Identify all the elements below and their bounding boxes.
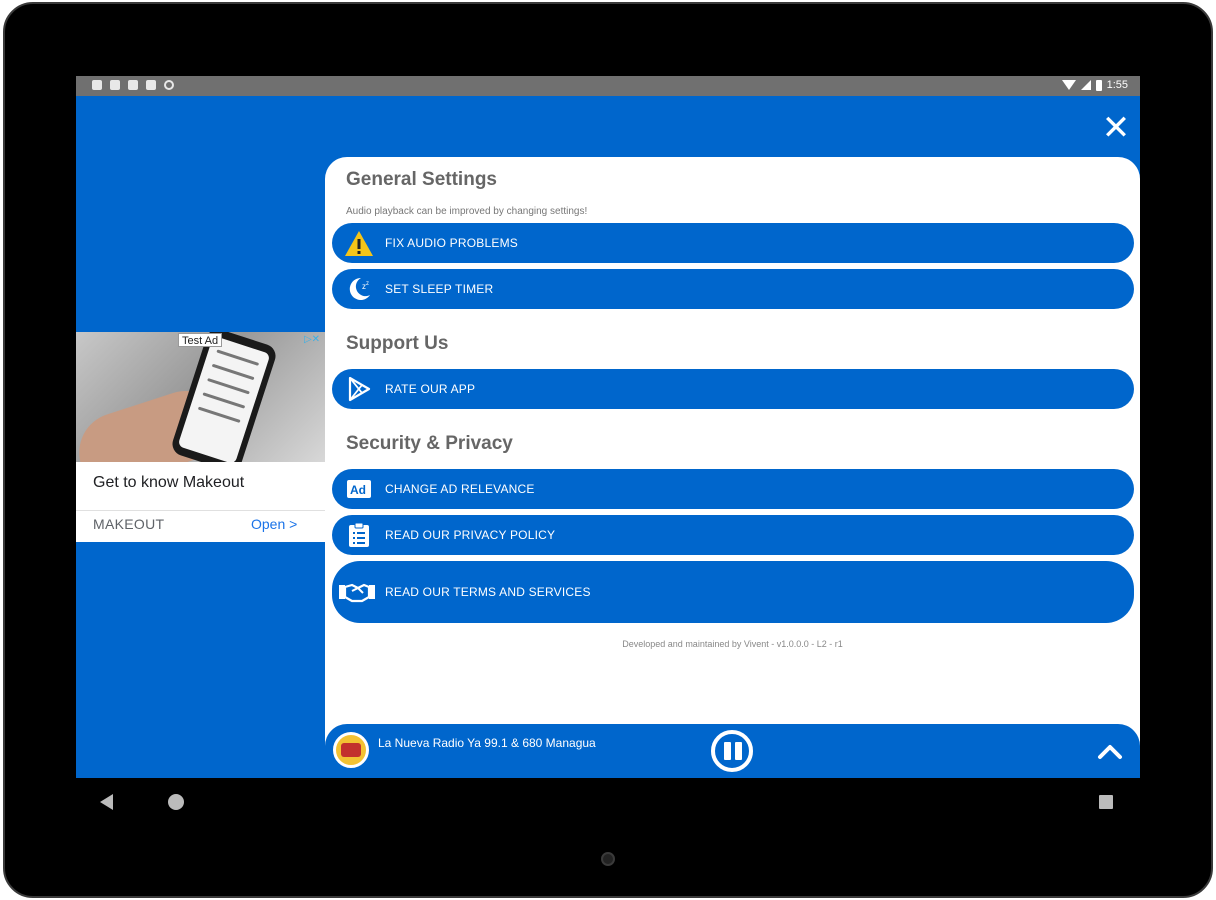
credits-text: Developed and maintained by Vivent - v1.…	[622, 639, 843, 649]
ad-image[interactable]: Test Ad ▷✕	[76, 332, 325, 462]
fix-audio-problems-label: FIX AUDIO PROBLEMS	[385, 236, 518, 250]
read-privacy-policy-button[interactable]: READ OUR PRIVACY POLICY	[332, 515, 1134, 555]
home-icon[interactable]	[168, 794, 184, 810]
handshake-icon	[338, 578, 376, 606]
set-sleep-timer-label: SET SLEEP TIMER	[385, 282, 494, 296]
ad-choices-icon[interactable]: ▷✕	[301, 334, 323, 346]
banner-ad[interactable]: Test Ad ▷✕ Get to know Makeout MAKEOUT O…	[76, 332, 325, 542]
svg-text:Ad: Ad	[350, 483, 366, 497]
change-ad-relevance-label: CHANGE AD RELEVANCE	[385, 482, 535, 496]
moon-icon: zz	[344, 275, 374, 303]
mini-player[interactable]: La Nueva Radio Ya 99.1 & 680 Managua	[325, 724, 1140, 778]
notification-app-icon	[92, 80, 102, 90]
ad-divider	[76, 510, 325, 511]
read-terms-label: READ OUR TERMS AND SERVICES	[385, 585, 591, 599]
test-ad-label: Test Ad	[178, 333, 223, 347]
station-logo	[333, 732, 369, 768]
fix-audio-problems-button[interactable]: FIX AUDIO PROBLEMS	[332, 223, 1134, 263]
station-name: La Nueva Radio Ya 99.1 & 680 Managua	[378, 736, 596, 750]
play-store-icon	[344, 375, 374, 403]
notification-media-icon	[110, 80, 120, 90]
pause-button[interactable]	[711, 730, 753, 772]
chevron-up-icon	[1098, 745, 1122, 759]
notification-sync-icon	[164, 80, 174, 90]
general-settings-subtitle: Audio playback can be improved by changi…	[346, 206, 588, 217]
security-privacy-title: Security & Privacy	[346, 433, 513, 454]
read-terms-button[interactable]: READ OUR TERMS AND SERVICES	[332, 561, 1134, 623]
app-screen: 1:55 ✕ Test Ad ▷✕ Get to know Makeout MA…	[76, 76, 1140, 778]
general-settings-title: General Settings	[346, 169, 497, 190]
ad-open-button[interactable]: Open >	[251, 516, 297, 532]
back-icon[interactable]	[100, 794, 113, 810]
read-privacy-policy-label: READ OUR PRIVACY POLICY	[385, 528, 556, 542]
system-icons: 1:55	[1061, 79, 1128, 91]
notification-sd-icon	[146, 80, 156, 90]
close-button[interactable]: ✕	[1100, 109, 1132, 147]
status-clock: 1:55	[1106, 79, 1128, 91]
wifi-icon	[1061, 80, 1076, 90]
status-bar: 1:55	[76, 76, 1140, 96]
system-nav-bar	[76, 778, 1140, 826]
front-camera	[601, 852, 615, 866]
close-icon: ✕	[1101, 109, 1131, 147]
rate-our-app-button[interactable]: RATE OUR APP	[332, 369, 1134, 409]
clipboard-icon	[344, 521, 374, 549]
rate-our-app-label: RATE OUR APP	[385, 382, 476, 396]
change-ad-relevance-button[interactable]: Ad CHANGE AD RELEVANCE	[332, 469, 1134, 509]
settings-panel: General Settings Audio playback can be i…	[325, 157, 1140, 778]
expand-player-button[interactable]	[1097, 738, 1123, 764]
ad-headline[interactable]: Get to know Makeout	[93, 474, 244, 492]
notification-icons	[92, 80, 174, 90]
battery-icon	[1095, 79, 1102, 91]
signal-icon	[1080, 80, 1091, 90]
pause-icon	[724, 742, 731, 760]
warning-icon	[344, 229, 374, 257]
svg-text:z: z	[366, 281, 369, 287]
support-us-title: Support Us	[346, 333, 449, 354]
set-sleep-timer-button[interactable]: zz SET SLEEP TIMER	[332, 269, 1134, 309]
ad-icon: Ad	[344, 475, 374, 503]
notification-radio-icon	[128, 80, 138, 90]
ad-advertiser: MAKEOUT	[93, 516, 165, 532]
recent-apps-icon[interactable]	[1099, 795, 1113, 809]
